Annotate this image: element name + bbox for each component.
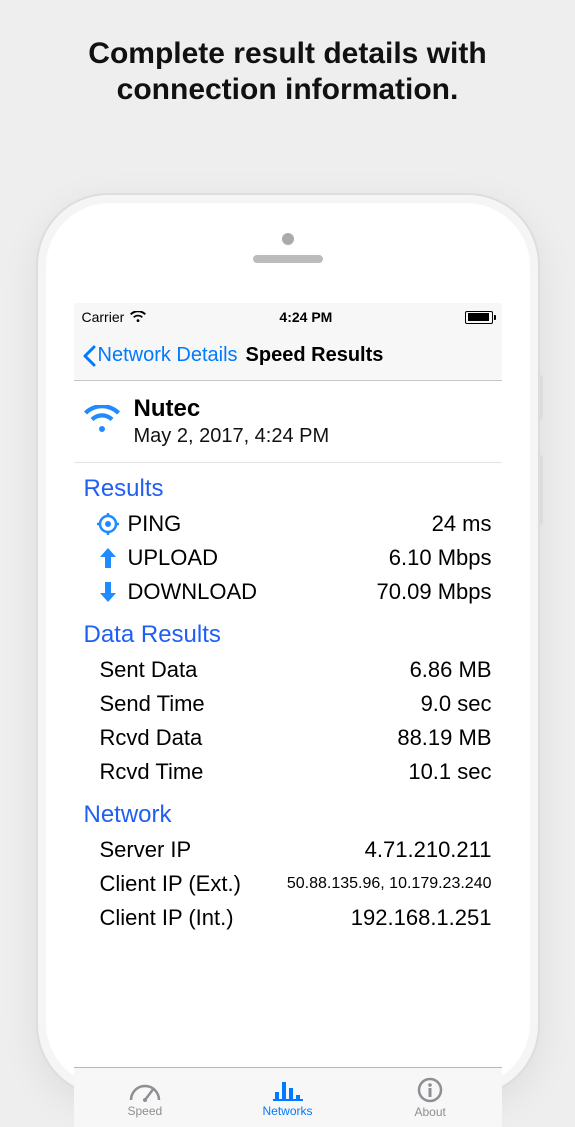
tab-networks[interactable]: Networks — [216, 1068, 359, 1127]
network-timestamp: May 2, 2017, 4:24 PM — [134, 425, 330, 448]
rcvd-time-label: Rcvd Time — [100, 759, 204, 785]
promo-line2: connection information. — [20, 72, 555, 108]
rcvd-data-value: 88.19 MB — [397, 725, 491, 751]
nav-bar: Network Details Speed Results — [74, 331, 502, 381]
chevron-left-icon — [82, 345, 96, 367]
target-icon — [94, 513, 122, 535]
tab-bar: Speed Networks About — [74, 1067, 502, 1127]
tab-about-label: About — [415, 1105, 446, 1119]
server-ip-value: 4.71.210.211 — [365, 837, 492, 863]
server-ip-label: Server IP — [100, 837, 192, 863]
phone-screen: Carrier 4:24 PM Network Details Speed Re… — [74, 303, 502, 1127]
client-ip-int-label: Client IP (Int.) — [100, 905, 234, 931]
upload-value: 6.10 Mbps — [389, 545, 492, 571]
sent-data-value: 6.86 MB — [410, 657, 492, 683]
tab-speed-label: Speed — [127, 1104, 162, 1118]
tab-speed[interactable]: Speed — [74, 1068, 217, 1127]
section-data-results-title: Data Results — [74, 609, 502, 653]
battery-icon — [465, 311, 493, 324]
network-row-client-ip-ext: Client IP (Ext.) 50.88.135.96, 10.179.23… — [74, 867, 502, 901]
phone-bezel: Carrier 4:24 PM Network Details Speed Re… — [46, 203, 530, 1087]
result-row-download: DOWNLOAD 70.09 Mbps — [74, 575, 502, 609]
data-row-rcvd-time: Rcvd Time 10.1 sec — [74, 755, 502, 789]
client-ip-int-value: 192.168.1.251 — [351, 905, 492, 931]
data-row-sent-data: Sent Data 6.86 MB — [74, 653, 502, 687]
promo-line1: Complete result details with — [20, 36, 555, 72]
phone-frame: Carrier 4:24 PM Network Details Speed Re… — [38, 195, 538, 1095]
back-button[interactable]: Network Details — [82, 344, 238, 367]
rcvd-time-value: 10.1 sec — [408, 759, 491, 785]
wifi-icon — [84, 405, 120, 438]
network-row-server-ip: Server IP 4.71.210.211 — [74, 833, 502, 867]
data-row-rcvd-data: Rcvd Data 88.19 MB — [74, 721, 502, 755]
promo-caption: Complete result details with connection … — [0, 0, 575, 108]
phone-side-button — [538, 375, 543, 420]
ping-label: PING — [128, 511, 182, 537]
ping-value: 24 ms — [432, 511, 492, 537]
send-time-value: 9.0 sec — [421, 691, 492, 717]
network-name: Nutec — [134, 395, 330, 423]
result-row-ping: PING 24 ms — [74, 507, 502, 541]
content-area: Nutec May 2, 2017, 4:24 PM Results PING … — [74, 381, 502, 935]
client-ip-ext-label: Client IP (Ext.) — [100, 871, 241, 897]
network-header: Nutec May 2, 2017, 4:24 PM — [74, 381, 502, 463]
arrow-up-icon — [94, 546, 122, 570]
phone-camera — [282, 233, 294, 245]
download-label: DOWNLOAD — [128, 579, 258, 605]
page-title: Speed Results — [246, 344, 384, 367]
upload-label: UPLOAD — [128, 545, 218, 571]
send-time-label: Send Time — [100, 691, 205, 717]
bars-icon — [271, 1078, 305, 1102]
network-row-client-ip-int: Client IP (Int.) 192.168.1.251 — [74, 901, 502, 935]
data-row-send-time: Send Time 9.0 sec — [74, 687, 502, 721]
wifi-icon — [130, 311, 146, 323]
tab-about[interactable]: About — [359, 1068, 502, 1127]
gauge-icon — [128, 1078, 162, 1102]
back-label: Network Details — [98, 344, 238, 367]
tab-networks-label: Networks — [263, 1104, 313, 1118]
rcvd-data-label: Rcvd Data — [100, 725, 203, 751]
info-icon — [417, 1077, 443, 1103]
phone-speaker — [253, 255, 323, 263]
download-value: 70.09 Mbps — [377, 579, 492, 605]
status-carrier: Carrier — [82, 309, 125, 325]
section-network-title: Network — [74, 789, 502, 833]
status-bar: Carrier 4:24 PM — [74, 303, 502, 331]
arrow-down-icon — [94, 580, 122, 604]
sent-data-label: Sent Data — [100, 657, 198, 683]
client-ip-ext-value: 50.88.135.96, 10.179.23.240 — [287, 875, 492, 893]
section-results-title: Results — [74, 463, 502, 507]
status-clock: 4:24 PM — [279, 309, 332, 325]
phone-side-button — [538, 455, 543, 525]
result-row-upload: UPLOAD 6.10 Mbps — [74, 541, 502, 575]
